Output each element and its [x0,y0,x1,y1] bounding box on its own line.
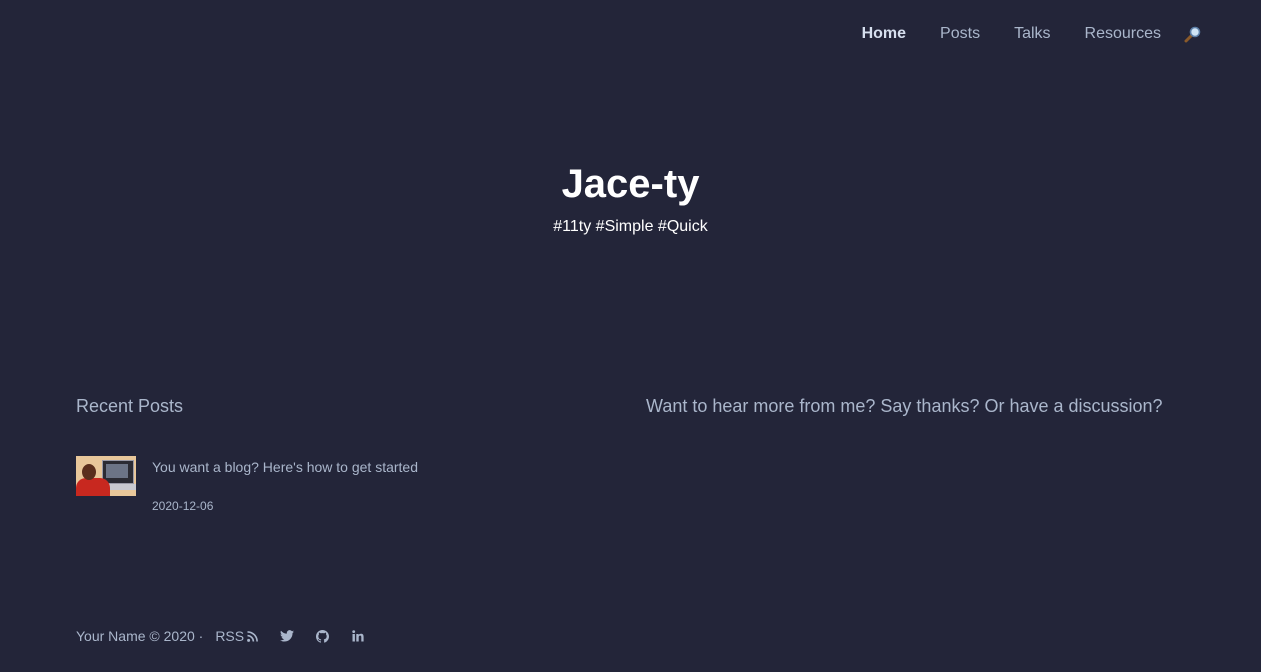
nav-resources[interactable]: Resources [1085,22,1161,46]
post-thumbnail[interactable] [76,456,136,496]
rss-icon [247,630,259,642]
rss-link[interactable]: RSS [215,626,259,646]
post-title-link[interactable]: You want a blog? Here's how to get start… [152,456,418,478]
nav-posts[interactable]: Posts [940,22,980,46]
list-item: You want a blog? Here's how to get start… [76,456,576,514]
contact-section: Want to hear more from me? Say thanks? O… [646,394,1206,418]
site-title: Jace-ty [561,162,700,206]
copyright-text: Your Name © 2020 · [76,628,204,644]
rss-label: RSS [215,628,245,644]
nav-home[interactable]: Home [862,22,906,46]
page: Home Posts Talks Resources Jace-ty #11ty… [0,0,1261,672]
top-nav: Home Posts Talks Resources [862,22,1201,46]
nav-talks[interactable]: Talks [1014,22,1050,46]
search-icon[interactable] [1183,22,1201,46]
site-tagline: #11ty #Simple #Quick [553,218,708,235]
recent-posts-section: Recent Posts You want a blog? Here's how… [76,394,576,514]
footer: Your Name © 2020 · RSS [76,626,366,646]
post-info: You want a blog? Here's how to get start… [152,456,418,514]
twitter-icon[interactable] [280,626,295,646]
linkedin-icon[interactable] [352,626,366,646]
github-icon[interactable] [316,626,330,646]
post-date: 2020-12-06 [152,499,214,513]
recent-posts-heading: Recent Posts [76,396,184,416]
hero: Jace-ty #11ty #Simple #Quick [0,158,1261,238]
contact-heading: Want to hear more from me? Say thanks? O… [646,396,1163,416]
